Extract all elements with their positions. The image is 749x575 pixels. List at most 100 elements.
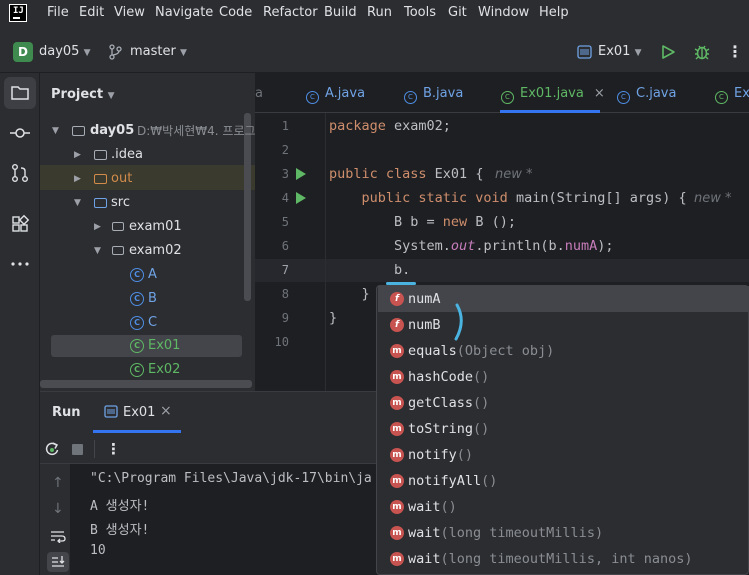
tree-label: A <box>148 267 157 282</box>
project-h-scrollbar[interactable] <box>40 380 252 388</box>
tab-C-java[interactable]: C C.java <box>617 86 676 104</box>
arrow-down-icon[interactable]: ↓ <box>52 501 64 517</box>
field-icon: f <box>390 292 404 306</box>
toolbar-divider <box>94 440 95 458</box>
class-icon: C <box>130 268 144 282</box>
rerun-icon[interactable] <box>44 441 60 457</box>
completion-signature: () <box>473 421 490 437</box>
completion-item[interactable]: m notifyAll() <box>378 468 749 494</box>
run-config-icon <box>577 45 592 59</box>
code-line-7[interactable]: b. <box>329 262 410 278</box>
run-class-gutter-icon[interactable] <box>296 168 306 180</box>
code-line-1[interactable]: package exam02; <box>329 118 451 134</box>
menu-build[interactable]: Build <box>324 5 357 20</box>
menu-navigate[interactable]: Navigate <box>155 5 213 20</box>
method-icon: m <box>390 396 404 410</box>
folder-icon <box>94 150 107 160</box>
tree-item-Ex01[interactable]: C Ex01 <box>51 335 242 357</box>
tree-path: D:₩박세현₩4. 프로그 <box>137 124 256 138</box>
completion-item[interactable]: m equals(Object obj) <box>378 338 749 364</box>
console-icon <box>104 405 118 418</box>
completion-item[interactable]: m wait(long timeoutMillis) <box>378 520 749 546</box>
tree-label: B <box>148 291 157 306</box>
branch-selector[interactable]: master ▼ <box>130 44 187 59</box>
menu-file[interactable]: File <box>47 5 69 20</box>
tree-label: .idea <box>111 147 143 162</box>
more-horizontal-icon <box>11 262 29 266</box>
line-number: 1 <box>281 119 289 133</box>
tab-A-java[interactable]: C A.java <box>306 86 365 104</box>
tree-item-day05[interactable]: ▼ day05 D:₩박세현₩4. 프로그 <box>52 120 256 142</box>
arrow-up-icon[interactable]: ↑ <box>52 475 64 491</box>
stop-icon[interactable] <box>72 444 83 455</box>
line-number: 2 <box>281 143 289 157</box>
more-actions-icon[interactable]: ⋮ <box>727 42 743 61</box>
code-line-8[interactable]: } <box>329 286 370 302</box>
line-number: 9 <box>281 311 289 325</box>
usage-hint[interactable]: new * <box>495 167 533 182</box>
completion-item[interactable]: m wait(long timeoutMillis, int nanos) <box>378 546 749 572</box>
module-folder-icon <box>72 126 85 136</box>
menu-git[interactable]: Git <box>448 5 467 20</box>
usage-hint[interactable]: new * <box>694 191 732 206</box>
pull-requests-tool-button[interactable] <box>4 157 36 189</box>
menu-refactor[interactable]: Refactor <box>263 5 318 20</box>
run-more-icon[interactable]: ⋮ <box>106 440 121 458</box>
scroll-to-end-button[interactable] <box>47 552 69 572</box>
more-tools-button[interactable] <box>4 248 36 280</box>
structure-tool-button[interactable] <box>4 208 36 240</box>
class-icon: C <box>404 91 417 104</box>
intellij-logo-icon: IJ <box>9 4 27 22</box>
menu-edit[interactable]: Edit <box>79 5 104 20</box>
tab-Ex01-java[interactable]: C Ex01.java × <box>501 86 605 104</box>
active-tab-indicator <box>500 110 600 113</box>
excluded-folder-highlight <box>40 165 255 190</box>
tree-label: exam02 <box>129 243 182 258</box>
menu-tools[interactable]: Tools <box>404 5 436 20</box>
project-tool-button[interactable] <box>4 77 36 109</box>
completion-item[interactable]: f numB <box>378 312 749 338</box>
chevron-down-icon: ▼ <box>94 246 101 256</box>
project-badge[interactable]: D <box>13 42 33 62</box>
run-tab-label[interactable]: Ex01 <box>123 405 155 420</box>
run-main-gutter-icon[interactable] <box>296 192 306 204</box>
debug-icon[interactable] <box>693 43 711 61</box>
excluded-folder-icon <box>94 174 107 184</box>
commit-tool-button[interactable] <box>4 117 36 149</box>
menu-run[interactable]: Run <box>367 5 392 20</box>
tab-Ex0-truncated[interactable]: C Ex0 <box>715 86 749 104</box>
project-panel-title[interactable]: Project ▼ <box>51 87 115 102</box>
completion-item[interactable]: m notify() <box>378 442 749 468</box>
code-line-9[interactable]: } <box>329 310 337 326</box>
completion-item[interactable]: m toString() <box>378 416 749 442</box>
soft-wrap-icon[interactable] <box>49 529 67 543</box>
run-panel-title[interactable]: Run <box>52 405 81 420</box>
code-line-5[interactable]: B b = new B (); <box>329 214 516 230</box>
run-config-selector[interactable]: Ex01 ▼ <box>598 44 642 59</box>
menu-help[interactable]: Help <box>539 5 569 20</box>
completion-item[interactable]: f numA <box>378 286 749 312</box>
completion-item[interactable]: m getClass() <box>378 390 749 416</box>
menu-window[interactable]: Window <box>478 5 529 20</box>
line-number: 3 <box>281 167 289 181</box>
code-line-3[interactable]: public class Ex01 { <box>329 166 483 182</box>
tree-label: out <box>111 171 133 186</box>
close-run-tab-icon[interactable]: × <box>160 403 172 419</box>
final-method-icon: m <box>390 474 404 488</box>
folder-icon <box>11 86 29 100</box>
completion-item[interactable]: m hashCode() <box>378 364 749 390</box>
project-selector[interactable]: day05 ▼ <box>39 44 91 59</box>
menu-code[interactable]: Code <box>219 5 252 20</box>
completion-signature: () <box>473 369 490 385</box>
code-line-4[interactable]: public static void main(String[] args) { <box>329 190 687 206</box>
completion-item[interactable]: m wait() <box>378 494 749 520</box>
line-number: 5 <box>281 215 289 229</box>
main-class-icon: C <box>130 363 144 377</box>
menu-view[interactable]: View <box>114 5 145 20</box>
run-icon[interactable] <box>660 44 676 60</box>
tab-truncated[interactable]: a <box>255 86 263 101</box>
tab-label: C.java <box>636 86 677 101</box>
code-line-6[interactable]: System.out.println(b.numA); <box>329 238 613 254</box>
tab-B-java[interactable]: C B.java <box>404 86 463 104</box>
close-tab-icon[interactable]: × <box>594 86 605 101</box>
